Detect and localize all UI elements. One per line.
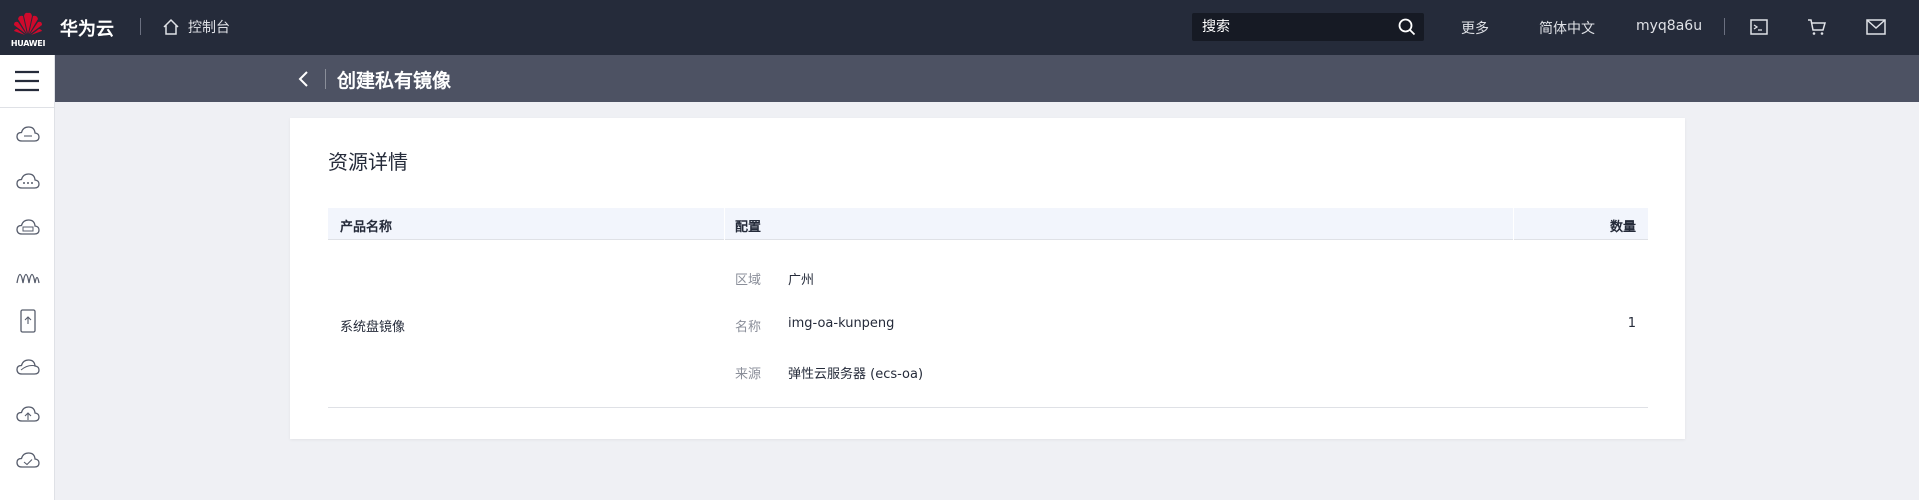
language-selector[interactable]: 简体中文 [1539,18,1595,38]
config-label-name: 名称 [735,320,762,335]
product-name-cell: 系统盘镜像 [340,320,406,335]
storage-device-icon[interactable] [15,308,41,334]
home-icon [163,18,179,35]
huawei-logo[interactable]: HUAWEI [8,8,48,48]
search-box[interactable] [1192,13,1424,41]
user-account-menu[interactable]: myq8a6u [1636,18,1702,34]
column-divider [724,208,725,240]
config-value-source: 弹性云服务器 (ecs-oa) [788,367,924,382]
cloud-dots-icon[interactable] [15,169,41,195]
cloud-db-icon[interactable] [15,215,41,241]
mail-icon[interactable] [1865,16,1887,38]
table-row: 系统盘镜像 区域 广州 名称 img-oa-kunpeng 来源 弹性云服务器 … [328,240,1648,408]
page-title: 创建私有镜像 [337,70,452,92]
service-sidebar [0,55,55,500]
page-header-bar: 创建私有镜像 [55,55,1919,102]
more-menu[interactable]: 更多 [1461,18,1489,38]
top-navigation-bar: HUAWEI 华为云 控制台 更多 简体中文 myq8a6u [0,0,1919,55]
column-header-config: 配置 [735,220,762,235]
cloud-ring-icon[interactable] [15,355,41,381]
cart-icon[interactable] [1806,16,1828,38]
config-value-name: img-oa-kunpeng [788,316,895,331]
resource-table: 产品名称 配置 数量 系统盘镜像 区域 广州 名称 img-oa-kunpeng… [328,208,1648,408]
cloud-check-icon[interactable] [15,448,41,474]
divider [325,69,326,89]
console-label: 控制台 [188,20,230,36]
config-value-region: 广州 [788,273,815,288]
column-divider [1513,208,1514,240]
search-icon[interactable] [1398,18,1416,36]
back-arrow-icon[interactable] [295,69,313,89]
config-label-source: 来源 [735,367,762,382]
search-input[interactable] [1202,17,1392,37]
column-header-product: 产品名称 [340,220,393,235]
cloud-icon[interactable] [15,122,41,148]
divider [0,107,54,108]
quantity-cell: 1 [1627,316,1636,331]
resource-details-card: 资源详情 产品名称 配置 数量 系统盘镜像 区域 广州 名称 img-oa-ku… [290,118,1685,439]
config-label-region: 区域 [735,273,762,288]
brand-name[interactable]: 华为云 [60,15,114,41]
divider [1724,18,1725,35]
menu-icon[interactable] [13,69,41,93]
column-header-quantity: 数量 [1609,220,1636,235]
divider [140,18,141,35]
cloud-upload-icon[interactable] [15,402,41,428]
terminal-icon[interactable] [1748,16,1770,38]
section-title: 资源详情 [328,150,408,174]
huawei-logo-icon [14,12,42,35]
console-link[interactable]: 控制台 [162,17,230,37]
table-header: 产品名称 配置 数量 [328,208,1648,240]
logo-text: HUAWEI [10,39,46,48]
network-icon[interactable] [15,262,41,288]
